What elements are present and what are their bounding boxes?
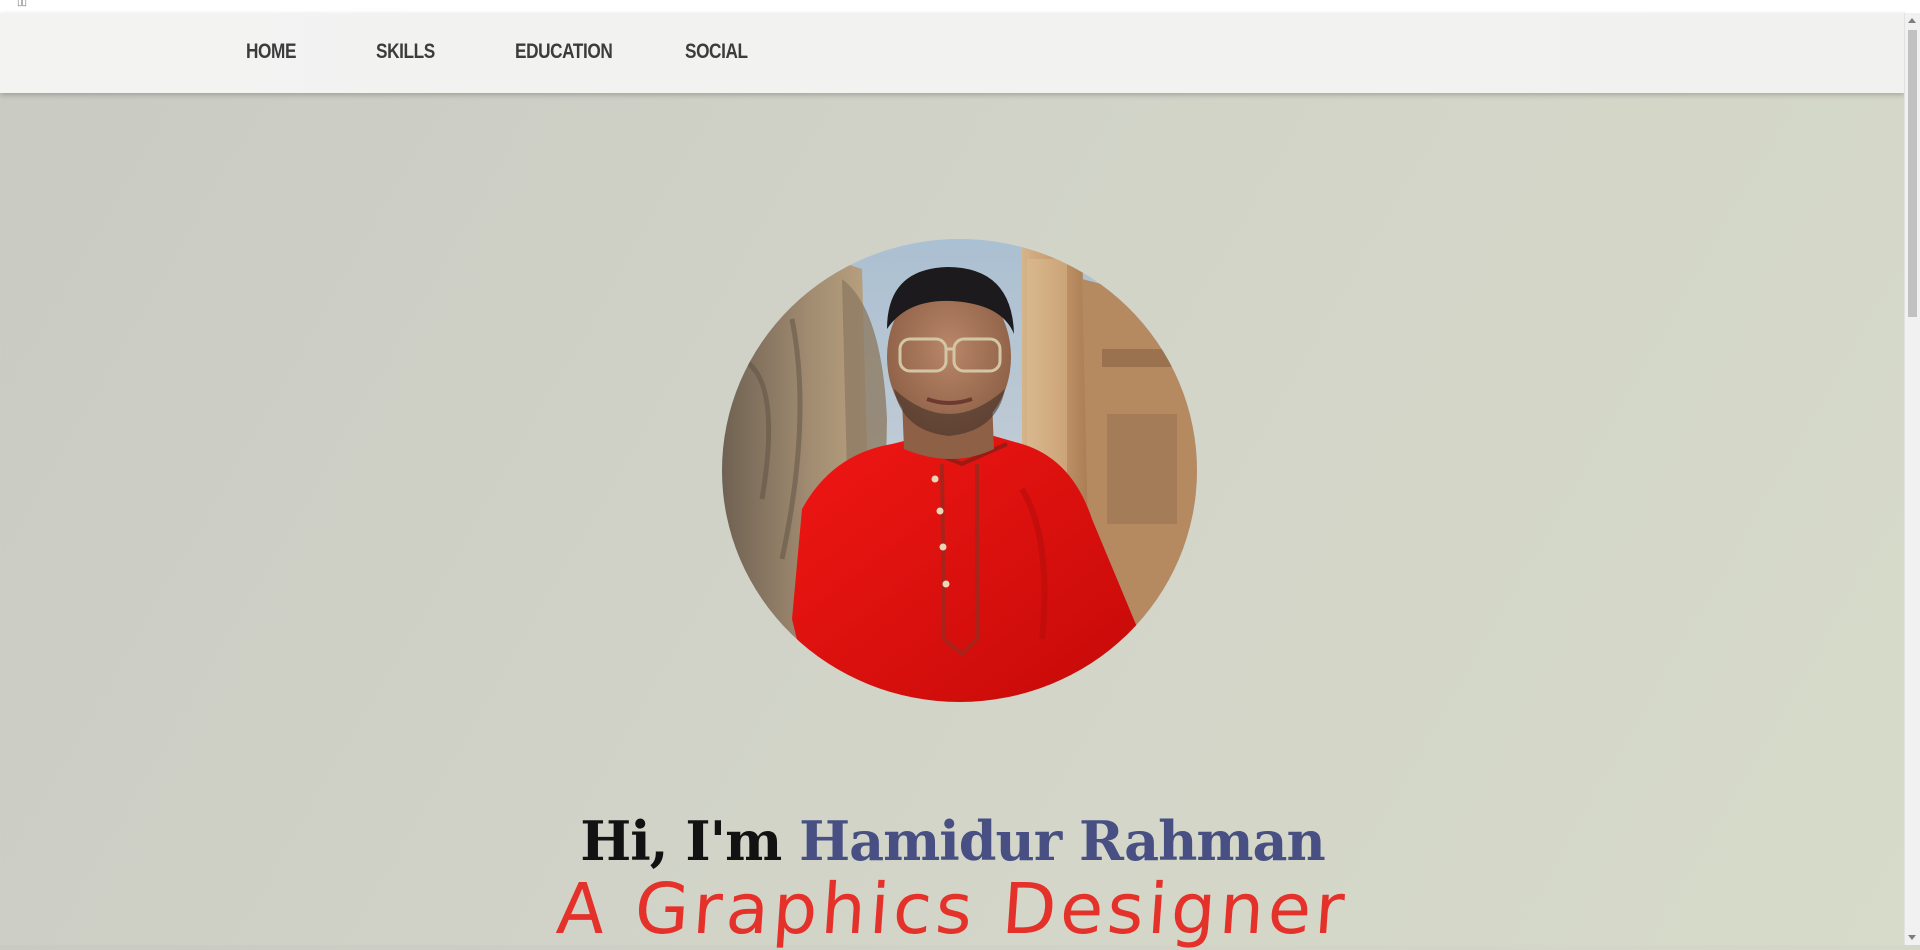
nav-home-link[interactable]: HOME (246, 40, 296, 64)
browser-top-strip: ▯▯ (0, 0, 1920, 14)
window-corner-icon: ▯▯ (17, 0, 27, 8)
scroll-up-arrow-icon[interactable] (1908, 18, 1916, 23)
vertical-scrollbar[interactable] (1904, 13, 1920, 945)
hero-headline: Hi, I'm Hamidur Rahman (0, 809, 1905, 873)
hero-greeting: Hi, I'm (580, 809, 782, 874)
nav-education-link[interactable]: EDUCATION (515, 40, 613, 64)
nav-skills-link[interactable]: SKILLS (376, 40, 435, 64)
hero-name: Hamidur Rahman (799, 809, 1326, 874)
hero-role: A Graphics Designer (554, 868, 1351, 950)
scrollbar-thumb[interactable] (1908, 30, 1917, 317)
profile-photo (722, 239, 1197, 702)
top-navigation-bar: HOME SKILLS EDUCATION SOCIAL (0, 13, 1905, 93)
nav-social-link[interactable]: SOCIAL (685, 40, 748, 64)
scroll-down-arrow-icon[interactable] (1908, 935, 1916, 940)
profile-photo-illustration (722, 239, 1197, 702)
